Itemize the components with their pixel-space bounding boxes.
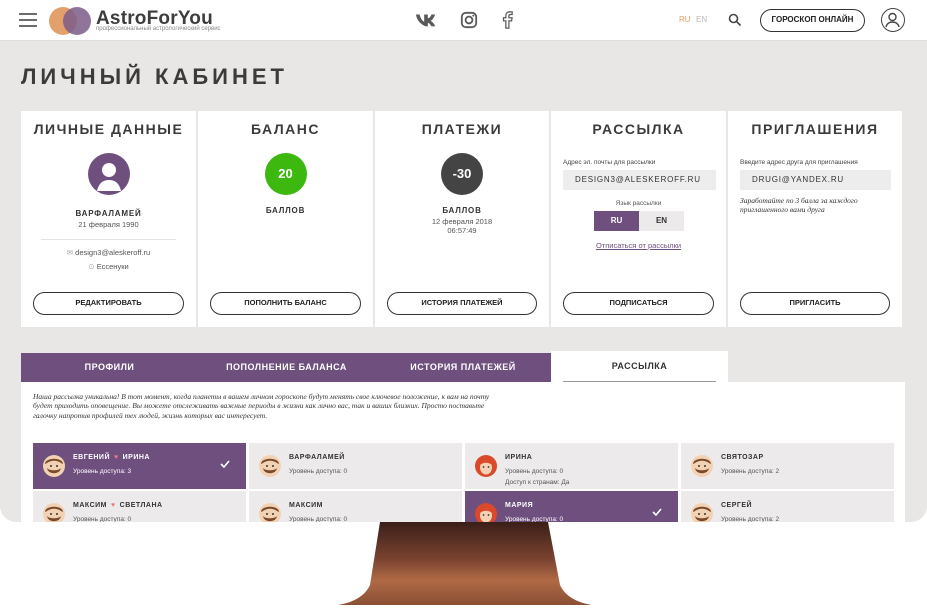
monitor-stand	[338, 522, 592, 605]
